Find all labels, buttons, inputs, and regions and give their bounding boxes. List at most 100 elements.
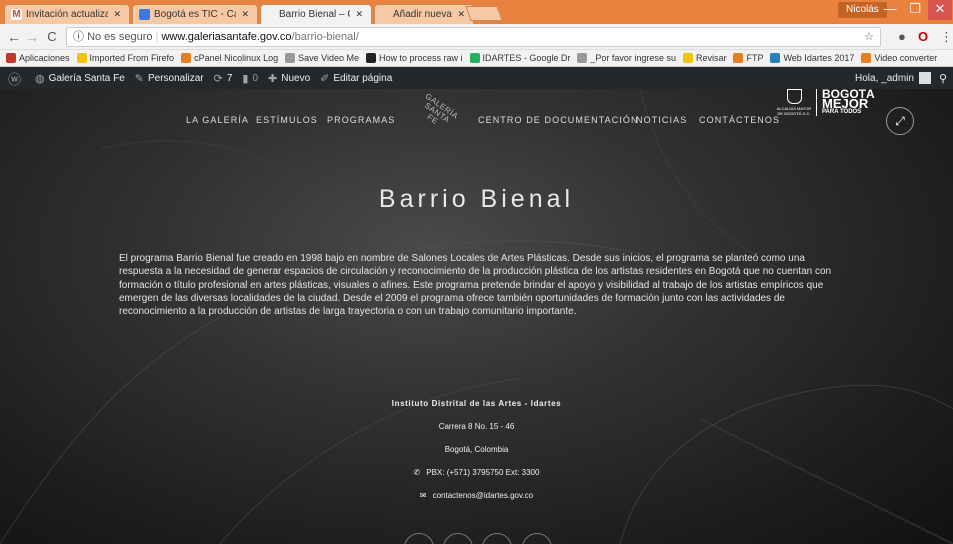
security-label: No es seguro <box>87 31 153 43</box>
footer-org: Instituto Distrital de las Artes - Idart… <box>391 399 562 408</box>
expand-icon[interactable]: ⤢ <box>886 107 914 135</box>
nav-la-galeria[interactable]: LA GALERÍA <box>186 115 249 125</box>
bookmark-icon <box>770 53 781 63</box>
social-link-2[interactable] <box>443 533 473 544</box>
wordpress-logo-icon[interactable]: ⓦ <box>8 69 25 88</box>
close-icon[interactable]: ✕ <box>457 9 465 20</box>
wp-admin-bar: ⓦ ◍ Galería Santa Fe ✎ Personalizar ⟳ 7 ▮ 0 … <box>0 67 953 89</box>
bookmarks-bar: Aplicaciones Imported From Firefo cPanel N… <box>0 50 953 67</box>
menu-icon[interactable]: ⋮ <box>940 29 953 45</box>
bookmark-label: Web Idartes 2017 <box>783 53 855 63</box>
tab-title: Invitación actualizada: Co <box>26 9 108 20</box>
bookmark-icon <box>469 53 480 63</box>
bookmark-item[interactable]: cPanel Nicolinux Log <box>181 53 278 63</box>
social-links <box>0 533 953 544</box>
bookmark-icon <box>366 53 376 63</box>
bookmark-label: Video converter <box>874 53 938 63</box>
page-content: LA GALERÍA ESTÍMULOS PROGRAMAS CENTRO DE… <box>0 89 953 544</box>
customize-link[interactable]: ✎ Personalizar <box>135 72 204 85</box>
avatar[interactable] <box>918 72 931 84</box>
new-tab-button[interactable] <box>465 6 503 21</box>
plus-icon: ✚ <box>268 72 278 85</box>
close-icon[interactable]: ✕ <box>113 9 121 20</box>
tab-barrio-bienal[interactable]: Barrio Bienal – Galeria Sa ✕ <box>260 4 372 24</box>
nav-centro-documentacion[interactable]: CENTRO DE DOCUMENTACIÓN <box>478 115 639 125</box>
intro-paragraph: El programa Barrio Bienal fue creado en … <box>119 253 832 318</box>
bookmark-label: FTP <box>746 53 764 63</box>
nav-contactenos[interactable]: CONTÁCTENOS <box>699 115 780 125</box>
bookmark-icon <box>682 53 693 63</box>
bookmark-item[interactable]: Web Idartes 2017 <box>770 53 854 63</box>
url-domain: www.galeriasantafe.gov.co <box>161 31 292 43</box>
maximize-button[interactable]: ❐ <box>903 0 927 20</box>
close-icon[interactable]: ✕ <box>241 9 249 20</box>
page-title: Barrio Bienal <box>378 185 575 213</box>
gmail-icon: M <box>11 9 22 20</box>
updates-icon: ⟳ <box>213 72 223 85</box>
mail-icon: ✉ <box>419 491 427 500</box>
bookmark-item[interactable]: _Por favor ingrese su <box>577 53 676 63</box>
alcaldia-logo[interactable]: ALCALDÍA MAYOR DE BOGOTÁ D.C. <box>775 89 813 125</box>
bookmark-item[interactable]: Revisar <box>682 53 727 63</box>
tab-calendar[interactable]: Bogotá es TIC - Calendar ✕ <box>132 4 258 24</box>
nav-estimulos[interactable]: ESTÍMULOS <box>256 115 318 125</box>
tab-title: Bogotá es TIC - Calendar <box>154 9 236 20</box>
comment-icon: ▮ <box>242 72 249 85</box>
updates-link[interactable]: ⟳ 7 <box>214 72 233 85</box>
bookmark-icon <box>6 53 16 63</box>
bookmark-item[interactable]: Video converter <box>861 53 937 63</box>
info-icon[interactable]: ⓘ <box>73 31 84 43</box>
shield-icon <box>786 89 802 104</box>
tab-gmail[interactable]: M Invitación actualizada: Co ✕ <box>4 4 130 24</box>
bookmark-label: _Por favor ingrese su <box>590 53 676 63</box>
bookmark-item[interactable]: Aplicaciones <box>6 53 70 63</box>
tab-title: Añadir nueva página ‹ Ga <box>393 9 452 20</box>
forward-icon[interactable]: → <box>24 28 40 46</box>
bookmark-item[interactable]: How to process raw i <box>366 53 463 63</box>
bookmark-label: How to process raw i <box>379 53 463 63</box>
footer-address: Carrera 8 No. 15 - 46 <box>438 422 515 431</box>
address-bar[interactable]: ⓘ No es seguro | www.galeriasantafe.gov.… <box>66 27 881 47</box>
bogota-mejor-logo[interactable]: BOGOTÁ MEJOR PARA TODOS <box>816 89 875 116</box>
bookmark-label: Save Video Me <box>298 53 359 63</box>
bookmark-label: Aplicaciones <box>19 53 70 63</box>
edit-page-link[interactable]: ✐ Editar página <box>320 72 392 85</box>
opera-icon[interactable]: O <box>918 29 928 45</box>
dashboard-icon: ◍ <box>35 72 45 85</box>
social-link-4[interactable] <box>522 533 552 544</box>
back-icon[interactable]: ← <box>6 28 22 46</box>
minimize-button[interactable]: — <box>878 0 902 20</box>
search-icon[interactable]: ⚲ <box>939 72 947 85</box>
close-icon[interactable]: ✕ <box>355 9 363 20</box>
bookmark-label: Revisar <box>695 53 727 63</box>
footer-phone: ✆ PBX: (+571) 3795750 Ext: 3300 <box>413 468 540 477</box>
brush-icon: ✎ <box>134 72 144 85</box>
account-greeting[interactable]: Hola, _admin <box>855 73 914 84</box>
site-name-link[interactable]: ◍ Galería Santa Fe <box>35 72 125 85</box>
phone-icon: ✆ <box>413 468 421 477</box>
bookmark-icon <box>181 53 192 63</box>
tab-nueva-pagina[interactable]: Añadir nueva página ‹ Ga ✕ <box>374 4 474 24</box>
bookmark-label: IDARTES - Google Dr <box>482 53 571 63</box>
bookmark-item[interactable]: Save Video Me <box>285 53 359 63</box>
bookmark-icon <box>285 53 296 63</box>
extension-icon[interactable]: ● <box>898 29 906 45</box>
bookmark-item[interactable]: FTP <box>733 53 763 63</box>
calendar-icon <box>139 9 150 20</box>
bookmark-item[interactable]: IDARTES - Google Dr <box>469 53 571 63</box>
social-link-1[interactable] <box>404 533 434 544</box>
reload-icon[interactable]: C <box>44 28 60 46</box>
new-link[interactable]: ✚ Nuevo <box>268 72 310 85</box>
bookmark-item[interactable]: Imported From Firefo <box>76 53 174 63</box>
browser-toolbar: ← → C ⓘ No es seguro | www.galeriasantaf… <box>0 24 953 50</box>
window-close-button[interactable]: ✕ <box>928 0 952 20</box>
nav-programas[interactable]: PROGRAMAS <box>327 115 395 125</box>
nav-noticias[interactable]: NOTICIAS <box>636 115 687 125</box>
pencil-icon: ✐ <box>320 72 330 85</box>
footer-email[interactable]: ✉ contactenos@idartes.gov.co <box>0 491 953 500</box>
bookmark-icon <box>577 53 588 63</box>
bookmark-label: cPanel Nicolinux Log <box>194 53 279 63</box>
comments-link[interactable]: ▮ 0 <box>242 72 258 85</box>
star-icon[interactable]: ☆ <box>864 28 874 46</box>
social-link-3[interactable] <box>482 533 512 544</box>
